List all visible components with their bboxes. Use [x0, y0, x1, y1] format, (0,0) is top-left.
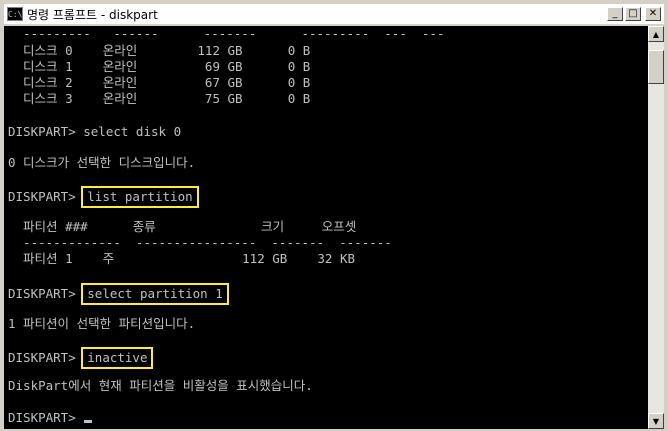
command-prompt-icon[interactable]: C:\ [7, 7, 23, 21]
scroll-thumb[interactable] [648, 50, 664, 84]
title-bar[interactable]: C:\ 명령 프롬프트 - diskpart _ □ ✕ [4, 4, 664, 24]
prompt-text: DISKPART> [8, 286, 84, 301]
prompt-text: DISKPART> [8, 350, 84, 365]
console-line: 1 파티션이 선택한 파티션입니다. [8, 316, 196, 331]
console-output[interactable]: --------- ------ ------- --------- --- -… [4, 26, 648, 429]
prompt-text: DISKPART> [8, 410, 84, 425]
console-input-line[interactable]: DISKPART> [8, 410, 93, 426]
console-line: 디스크 2 온라인 67 GB 0 B [8, 75, 311, 90]
console-line: 디스크 1 온라인 69 GB 0 B [8, 59, 311, 74]
console-line: --------- ------ ------- --------- --- -… [8, 26, 445, 41]
highlighted-command-inactive: inactive [81, 347, 154, 369]
vertical-scrollbar[interactable]: ▲ ▼ [648, 26, 664, 429]
console-line: 디스크 0 온라인 112 GB 0 B [8, 43, 311, 58]
console-prompt-line: DISKPART> select partition 1 [8, 283, 229, 305]
console-line: DiskPart에서 현재 파티션을 비활성을 표시했습니다. [8, 378, 313, 393]
prompt-text: DISKPART> [8, 189, 84, 204]
highlighted-command-list-partition: list partition [81, 186, 199, 208]
console-line: 파티션 ### 종류 크기 오프셋 [8, 219, 357, 234]
console-line: DISKPART> select disk 0 [8, 124, 182, 139]
text-cursor [84, 420, 93, 423]
console-prompt-line: DISKPART> list partition [8, 186, 199, 208]
close-button[interactable]: ✕ [645, 7, 661, 21]
console-window: C:\ 명령 프롬프트 - diskpart _ □ ✕ --------- -… [0, 0, 668, 431]
scroll-up-button[interactable]: ▲ [648, 26, 664, 42]
console-line: 디스크 3 온라인 75 GB 0 B [8, 91, 311, 106]
console-line: 파티션 1 주 112 GB 32 KB [8, 251, 356, 266]
highlighted-command-select-partition: select partition 1 [81, 283, 229, 305]
console-prompt-line: DISKPART> inactive [8, 347, 154, 369]
scroll-down-button[interactable]: ▼ [648, 413, 664, 429]
console-line: ------------- ---------------- ------- -… [8, 235, 392, 250]
minimize-button[interactable]: _ [607, 7, 623, 21]
maximize-button[interactable]: □ [625, 7, 641, 21]
console-line: 0 디스크가 선택한 디스크입니다. [8, 155, 196, 170]
window-title: 명령 프롬프트 - diskpart [27, 7, 158, 22]
